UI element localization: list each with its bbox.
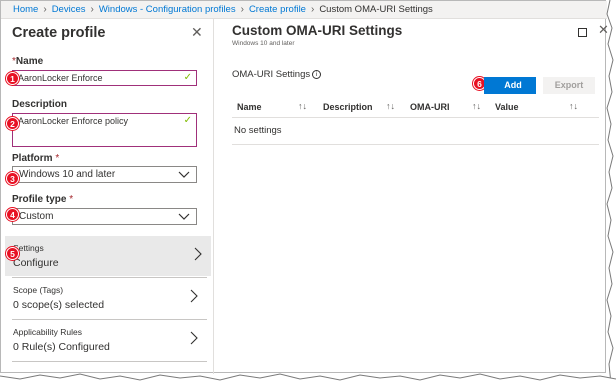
required-mark: * — [69, 194, 74, 205]
breadcrumb-separator-icon: › — [90, 4, 94, 15]
portal-window: Home › Devices › Windows - Configuration… — [0, 0, 609, 374]
breadcrumb-create-profile[interactable]: Create profile — [249, 4, 306, 15]
chevron-down-icon — [178, 213, 190, 220]
breadcrumb-config-profiles[interactable]: Windows - Configuration profiles — [99, 4, 236, 15]
name-field[interactable]: AaronLocker Enforce ✓ — [12, 70, 197, 86]
chevron-down-icon — [178, 171, 190, 178]
profile-type-select[interactable]: Custom — [12, 208, 197, 225]
divider — [12, 361, 207, 362]
check-icon: ✓ — [183, 72, 192, 83]
settings-panel-title: Custom OMA-URI Settings — [232, 23, 403, 38]
description-field-value: AaronLocker Enforce policy — [18, 116, 129, 126]
close-icon[interactable]: ✕ — [191, 24, 203, 41]
oma-uri-settings-label: OMA-URI Settings i — [232, 69, 322, 80]
breadcrumb-separator-icon: › — [43, 4, 47, 15]
sort-icon[interactable]: ↑↓ — [569, 101, 578, 111]
create-profile-panel: Create profile ✕ *Name AaronLocker Enfor… — [1, 19, 214, 374]
torn-edge-right — [604, 0, 616, 384]
name-field-value: AaronLocker Enforce — [18, 73, 103, 83]
breadcrumb-devices[interactable]: Devices — [52, 4, 86, 15]
empty-table-message: No settings — [234, 125, 282, 136]
callout-badge-4: 4 — [6, 208, 19, 221]
applicability-value: 0 Rule(s) Configured — [13, 341, 110, 353]
sort-icon[interactable]: ↑↓ — [386, 101, 395, 111]
breadcrumb-home[interactable]: Home — [13, 4, 38, 15]
table-row-divider — [232, 144, 599, 145]
column-header-description[interactable]: Description — [323, 102, 373, 112]
chevron-right-icon — [190, 331, 198, 345]
add-button[interactable]: Add — [484, 77, 536, 94]
description-field[interactable]: AaronLocker Enforce policy ✓ — [12, 113, 197, 147]
sort-icon[interactable]: ↑↓ — [472, 101, 481, 111]
info-icon[interactable]: i — [312, 70, 322, 79]
breadcrumb: Home › Devices › Windows - Configuration… — [1, 1, 607, 19]
applicability-nav-item[interactable]: Applicability Rules 0 Rule(s) Configured — [5, 320, 198, 360]
breadcrumb-current: Custom OMA-URI Settings — [319, 4, 433, 15]
platform-select[interactable]: Windows 10 and later — [12, 166, 197, 183]
name-label: *Name — [12, 56, 44, 67]
export-button[interactable]: Export — [543, 77, 595, 94]
applicability-title: Applicability Rules — [13, 327, 82, 337]
description-label: Description — [12, 99, 68, 110]
sort-icon[interactable]: ↑↓ — [298, 101, 307, 111]
settings-value: Configure — [13, 257, 59, 269]
settings-panel-subtitle: Windows 10 and later — [232, 40, 295, 47]
torn-edge-bottom — [0, 373, 616, 384]
chevron-right-icon — [190, 289, 198, 303]
settings-nav-item[interactable]: Settings Configure — [5, 236, 211, 276]
column-header-oma-uri[interactable]: OMA-URI — [410, 102, 450, 112]
breadcrumb-separator-icon: › — [310, 4, 315, 15]
chevron-right-icon — [194, 247, 202, 261]
scope-title: Scope (Tags) — [13, 285, 64, 295]
profile-type-label: Profile type * — [12, 194, 74, 205]
scope-value: 0 scope(s) selected — [13, 299, 105, 311]
callout-badge-3: 3 — [6, 172, 19, 185]
scope-nav-item[interactable]: Scope (Tags) 0 scope(s) selected — [5, 278, 198, 318]
panel-title: Create profile — [12, 25, 106, 41]
check-icon: ✓ — [183, 115, 192, 126]
column-header-name[interactable]: Name — [237, 102, 262, 112]
required-mark: * — [55, 153, 60, 164]
maximize-icon[interactable] — [578, 28, 587, 37]
callout-badge-1: 1 — [6, 72, 19, 85]
callout-badge-2: 2 — [6, 117, 19, 130]
column-header-value[interactable]: Value — [495, 102, 519, 112]
callout-badge-5: 5 — [6, 247, 19, 260]
table-header-divider — [232, 117, 599, 118]
breadcrumb-separator-icon: › — [240, 4, 244, 15]
platform-label: Platform * — [12, 153, 60, 164]
profile-type-select-value: Custom — [19, 211, 54, 222]
platform-select-value: Windows 10 and later — [19, 169, 116, 180]
